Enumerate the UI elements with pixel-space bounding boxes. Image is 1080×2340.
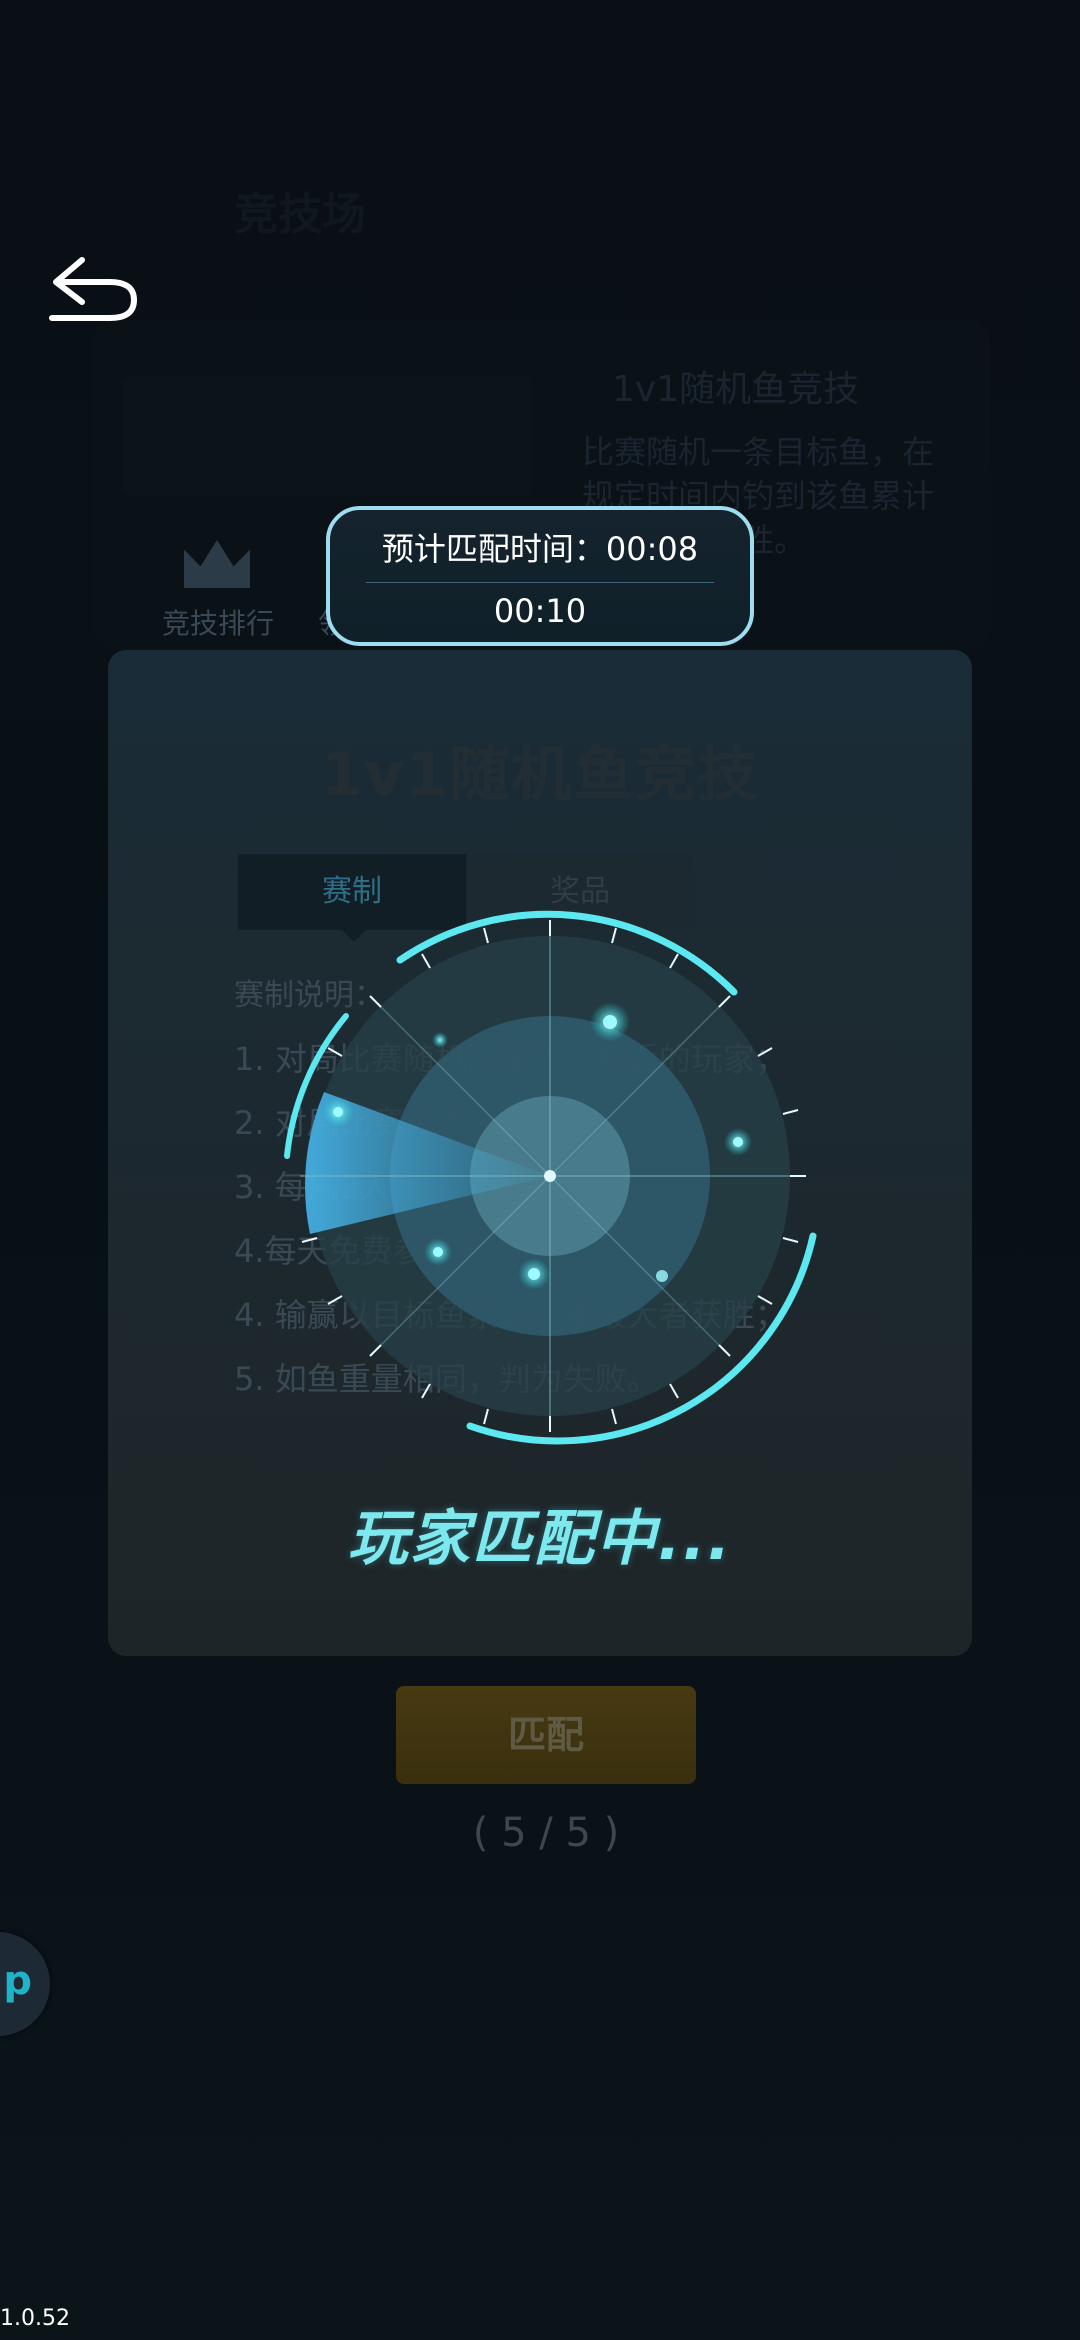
match-button[interactable]: 匹配 [396,1686,696,1784]
back-arrow-icon[interactable] [48,256,140,324]
divider [366,582,714,583]
elapsed-time: 00:10 [493,592,587,630]
modal-title: 1v1随机鱼竞技 [320,740,760,810]
rank-button-label[interactable]: 竞技排行 [162,602,274,642]
mode-card-title: 1v1随机鱼竞技 [612,369,860,410]
match-count: ( 5 / 5 ) [472,1810,620,1856]
estimated-match-time: 预计匹配时间：00:08 [381,530,699,568]
version-label: 1.0.52 [0,2306,70,2331]
page-header: 竞技场 [64,168,564,240]
arena-screen: 竞技场 1v1随机鱼竞技 比赛随机一条目标鱼，在规定时间内钓到该鱼累计重量大者获… [0,0,1080,2340]
floating-side-button[interactable]: up [0,1932,50,2036]
radar-icon [284,910,817,1445]
estimate-bubble: 预计匹配时间：00:08 00:10 [326,506,754,646]
floating-button-label: up [0,1958,32,2004]
matching-status: 玩家匹配中... [347,1504,733,1574]
page-title: 竞技场 [234,189,366,240]
mode-thumbnail [122,376,532,496]
